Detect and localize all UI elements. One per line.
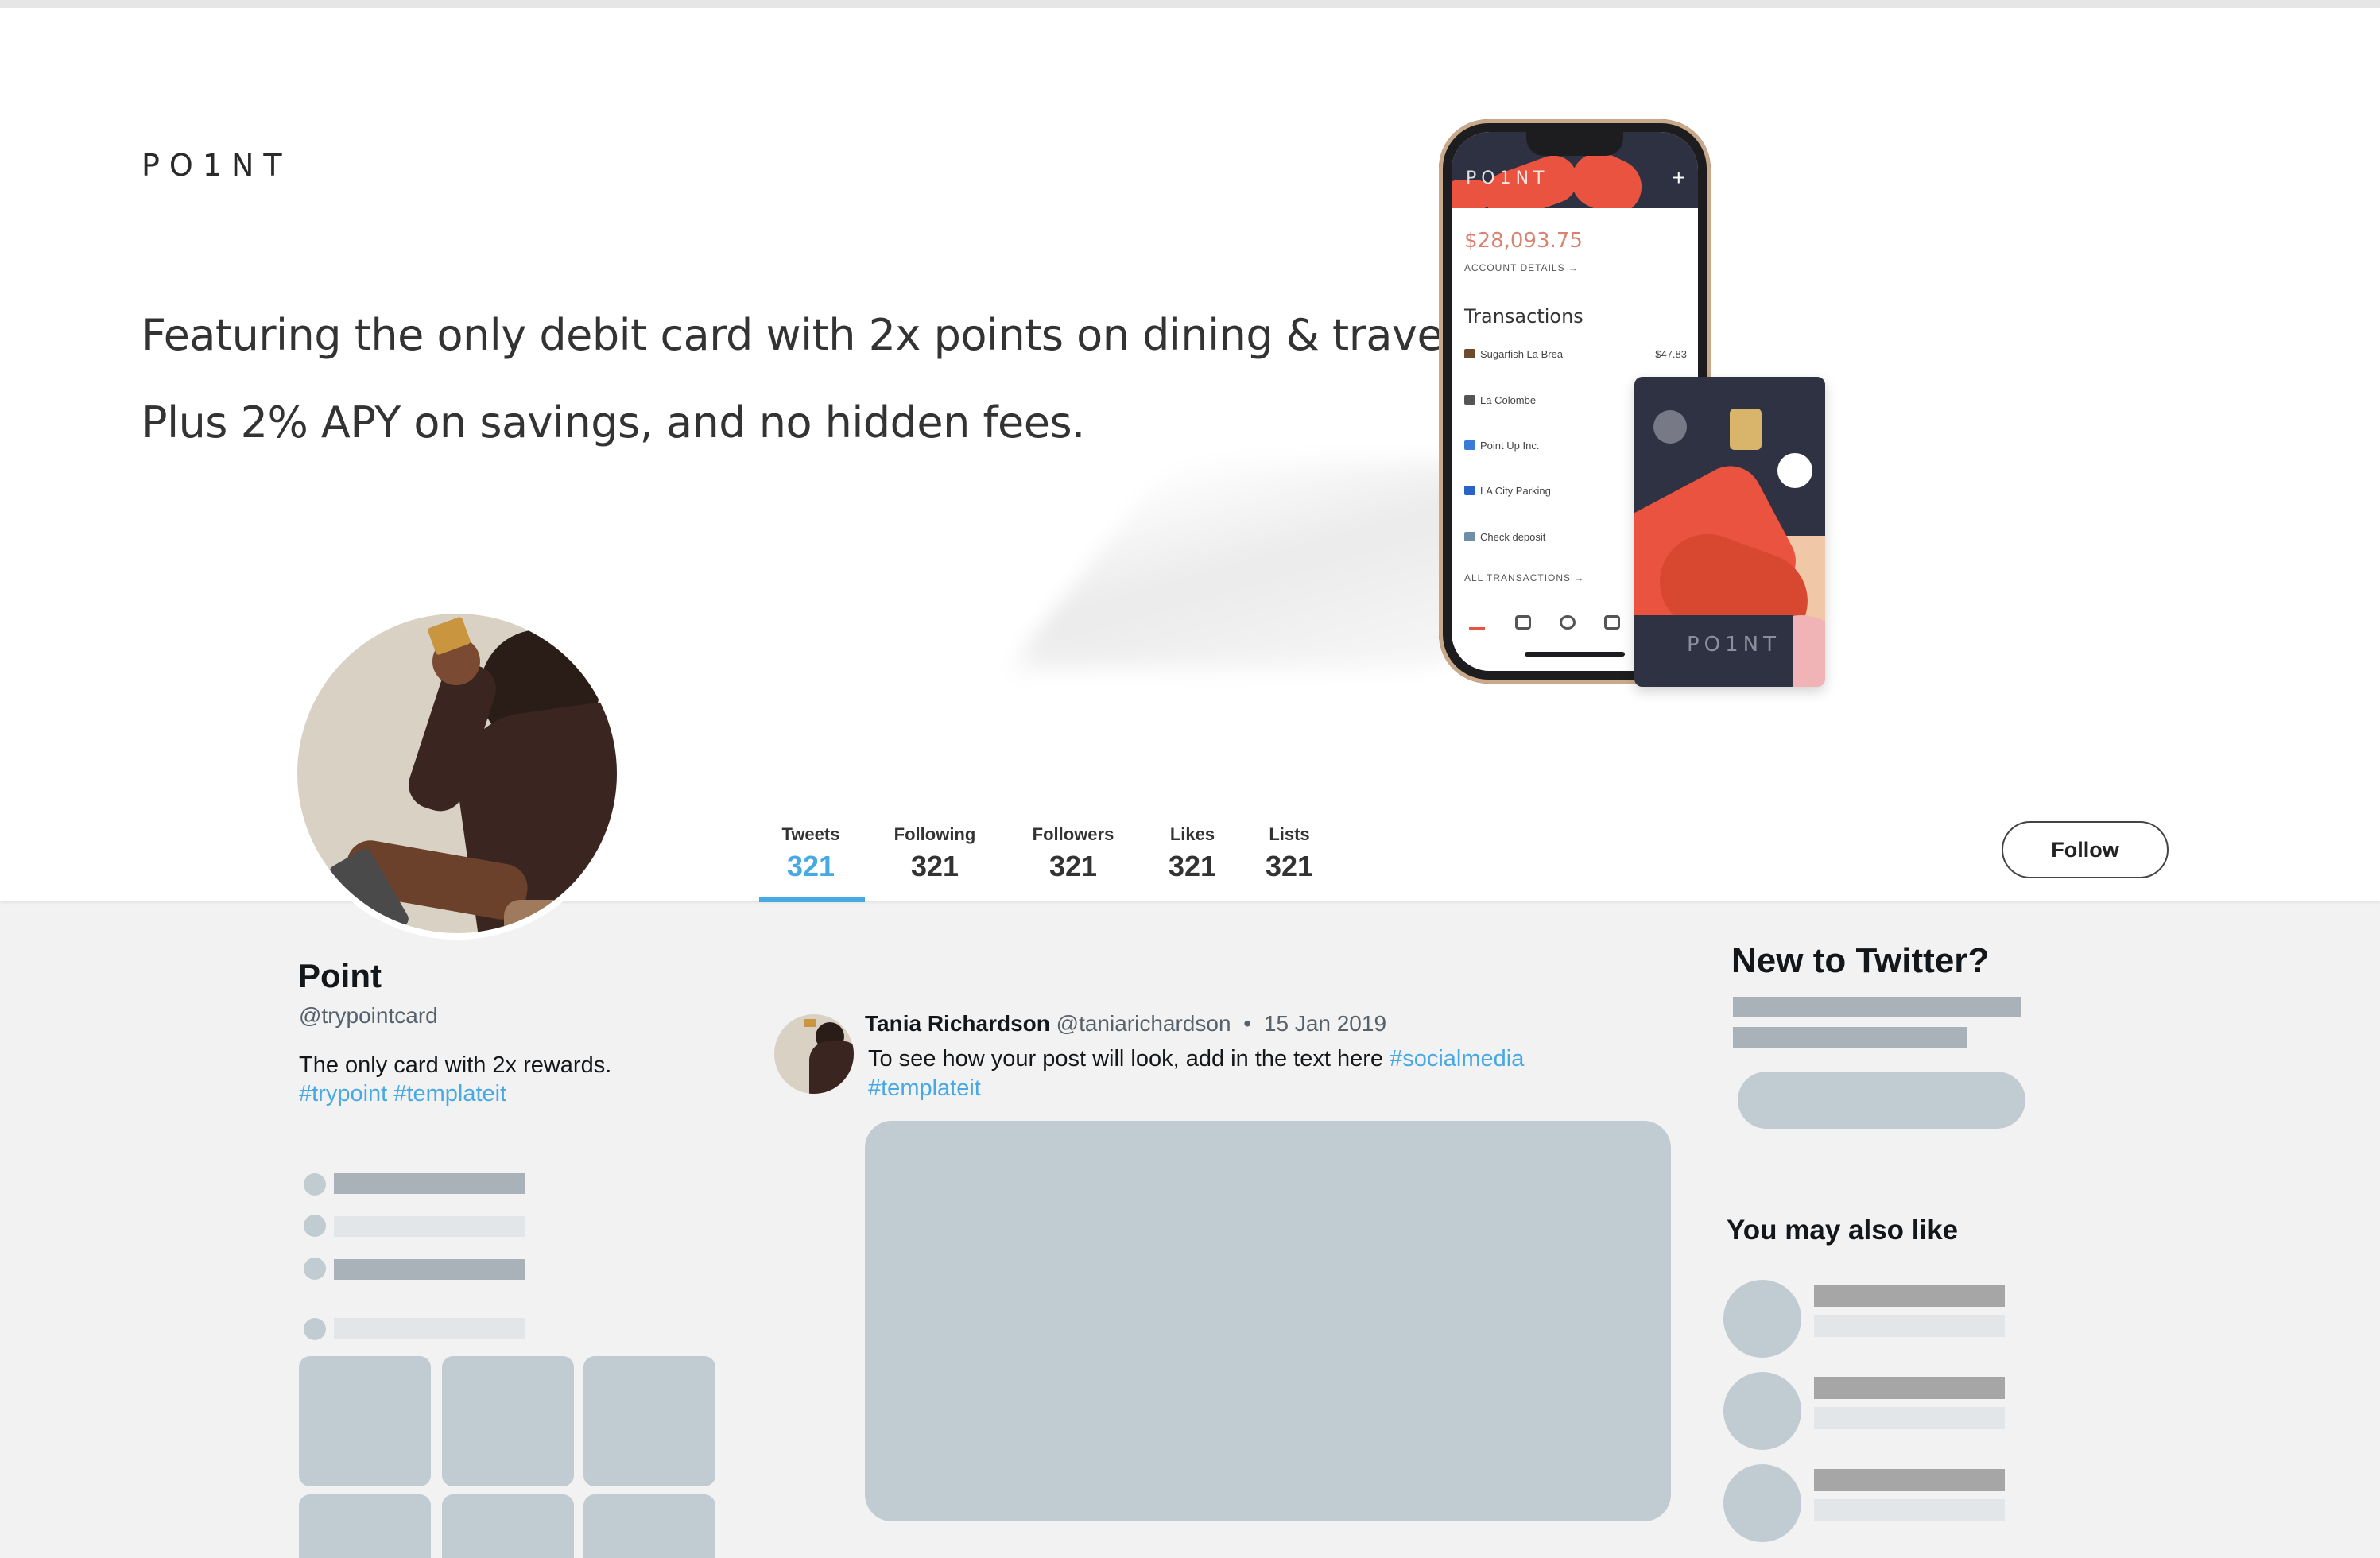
tweet-media-placeholder[interactable] — [865, 1121, 1671, 1521]
profile-hashtags[interactable]: #trypoint #templateit — [299, 1081, 506, 1107]
joined-placeholder — [334, 1259, 525, 1280]
media-thumbnail[interactable] — [442, 1356, 574, 1486]
following-count: 321 — [910, 850, 959, 882]
phone-notch — [1526, 132, 1623, 156]
deposit-icon — [1464, 532, 1475, 541]
calendar-icon-placeholder — [304, 1258, 326, 1280]
follow-button[interactable]: Follow — [2002, 821, 2169, 878]
signup-button-placeholder[interactable] — [1738, 1072, 2025, 1129]
followers-label: Followers — [1032, 824, 1114, 844]
active-tab-indicator — [759, 897, 865, 902]
tweet-hashtag[interactable]: #templateit — [868, 1075, 981, 1101]
grid-icon — [1515, 615, 1531, 630]
suggested-account-name-placeholder — [1814, 1469, 2005, 1491]
tab-lists[interactable]: Lists 321 — [1262, 824, 1316, 883]
menu-icon — [1469, 615, 1485, 630]
pie-chart-icon — [1560, 615, 1576, 630]
tweet-author-handle[interactable]: @taniarichardson — [1056, 1011, 1231, 1036]
coffee-icon — [1464, 395, 1475, 405]
profile-photo — [297, 614, 617, 933]
tab-followers[interactable]: Followers 321 — [1029, 824, 1118, 883]
suggested-account-avatar[interactable] — [1723, 1464, 1801, 1542]
tab-likes[interactable]: Likes 321 — [1164, 824, 1221, 883]
media-icon-placeholder — [304, 1318, 326, 1340]
new-to-twitter-text-placeholder — [1733, 997, 2021, 1017]
media-count-placeholder — [334, 1318, 525, 1339]
link-placeholder — [334, 1216, 525, 1237]
suggested-account-name-placeholder — [1814, 1377, 2005, 1399]
phone-transactions-title: Transactions — [1464, 305, 1583, 327]
tweets-count: 321 — [786, 850, 835, 882]
media-thumbnail[interactable] — [299, 1494, 431, 1558]
gift-icon — [1604, 615, 1620, 630]
profile-handle: @trypointcard — [299, 1003, 438, 1028]
tweet-hashtag[interactable]: #socialmedia — [1390, 1046, 1524, 1072]
top-strip — [0, 0, 2380, 8]
tweet-body: To see how your post will look, add in t… — [868, 1046, 1384, 1072]
likes-count: 321 — [1168, 850, 1217, 882]
phone-all-transactions-link: ALL TRANSACTIONS → — [1464, 572, 1585, 583]
new-to-twitter-title: New to Twitter? — [1731, 941, 1990, 980]
tab-following[interactable]: Following 321 — [890, 824, 979, 883]
location-placeholder — [334, 1173, 525, 1194]
card-brand-logo: PO1NT — [1687, 633, 1781, 657]
card-chip-icon — [1730, 409, 1762, 450]
tweet-date[interactable]: 15 Jan 2019 — [1264, 1011, 1386, 1036]
phone-home-indicator — [1525, 652, 1625, 657]
media-thumbnail[interactable] — [583, 1356, 715, 1486]
restaurant-icon — [1464, 349, 1475, 358]
suggested-account-name-placeholder — [1814, 1285, 2005, 1307]
transfer-icon — [1464, 440, 1475, 450]
parking-icon — [1464, 486, 1475, 495]
profile-name: Point — [298, 957, 382, 994]
you-may-also-like-title: You may also like — [1727, 1215, 1959, 1246]
suggested-account-handle-placeholder — [1814, 1407, 2005, 1429]
profile-bio: The only card with 2x rewards. — [299, 1052, 612, 1078]
debit-card-image: PO1NT — [1634, 377, 1825, 687]
media-thumbnail[interactable] — [442, 1494, 574, 1558]
brand-logo: PO1NT — [141, 148, 292, 183]
location-icon-placeholder — [304, 1173, 326, 1196]
lists-count: 321 — [1265, 850, 1314, 882]
plus-icon: + — [1672, 165, 1685, 190]
banner-tagline-line1: Featuring the only debit card with 2x po… — [141, 310, 1468, 360]
tweet-author-name[interactable]: Tania Richardson — [865, 1011, 1050, 1036]
phone-balance: $28,093.75 — [1464, 229, 1583, 253]
profile-avatar[interactable] — [291, 607, 623, 940]
following-label: Following — [893, 824, 976, 844]
card-decoration — [1653, 410, 1687, 444]
suggested-account-handle-placeholder — [1814, 1315, 2005, 1337]
card-contactless-dot — [1777, 453, 1812, 488]
tab-tweets[interactable]: Tweets 321 — [769, 824, 852, 883]
link-icon-placeholder — [304, 1215, 326, 1237]
tweet-text: To see how your post will look, add in t… — [868, 1044, 1663, 1103]
tweet-separator: • — [1243, 1011, 1252, 1036]
media-thumbnail[interactable] — [583, 1494, 715, 1558]
tweets-label: Tweets — [781, 824, 840, 844]
new-to-twitter-text-placeholder — [1733, 1027, 1967, 1048]
phone-account-details-link: ACCOUNT DETAILS → — [1464, 262, 1579, 273]
suggested-account-handle-placeholder — [1814, 1499, 2005, 1521]
lists-label: Lists — [1269, 824, 1310, 844]
followers-count: 321 — [1049, 850, 1098, 882]
phone-transaction-row: Sugarfish La Brea $47.83 — [1464, 348, 1687, 366]
tweet-header: Tania Richardson @taniarichardson • 15 J… — [865, 1011, 1386, 1037]
media-thumbnail[interactable] — [299, 1356, 431, 1486]
likes-label: Likes — [1169, 824, 1215, 844]
tweet-author-avatar[interactable] — [774, 1014, 854, 1094]
suggested-account-avatar[interactable] — [1723, 1372, 1801, 1450]
banner-tagline-line2: Plus 2% APY on savings, and no hidden fe… — [141, 397, 1085, 448]
phone-brand-logo: PO1NT — [1466, 169, 1549, 188]
suggested-account-avatar[interactable] — [1723, 1280, 1801, 1358]
